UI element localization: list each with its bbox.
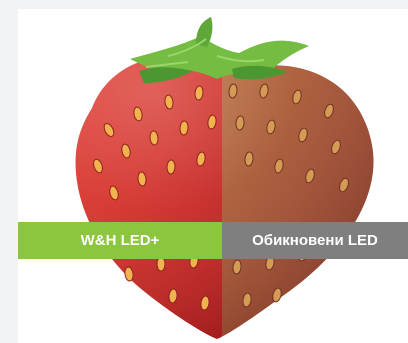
strawberry-illustration xyxy=(18,9,408,343)
label-ordinary-led: Обикновени LED xyxy=(222,222,408,259)
page-frame: W&H LED+ Обикновени LED xyxy=(0,0,408,343)
strawberry-comparison-image: W&H LED+ Обикновени LED xyxy=(18,9,408,343)
label-wh-led: W&H LED+ xyxy=(18,222,222,259)
